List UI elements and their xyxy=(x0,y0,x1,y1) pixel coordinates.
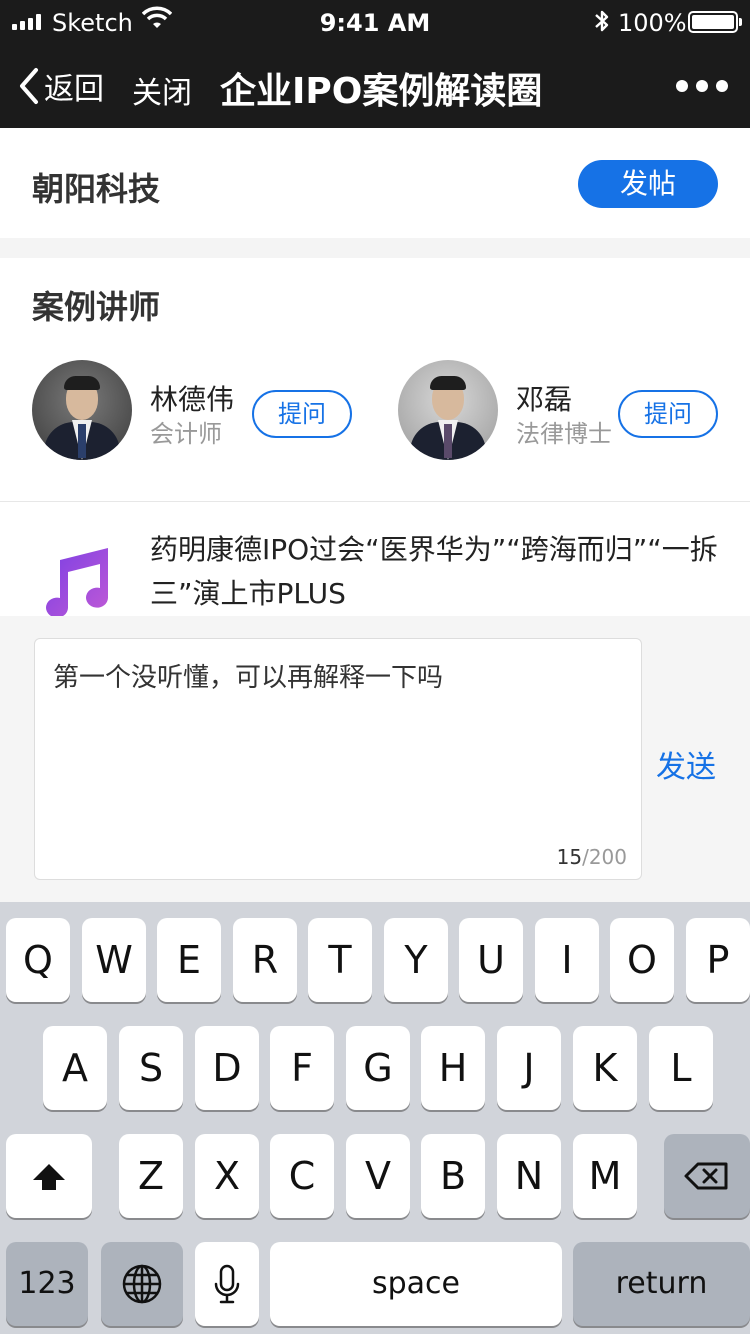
shift-key[interactable] xyxy=(6,1134,92,1218)
reply-text: 第一个没听懂，可以再解释一下吗 xyxy=(53,663,444,693)
return-key[interactable]: return xyxy=(573,1242,750,1326)
post-button[interactable]: 发帖 xyxy=(578,160,718,208)
backspace-key[interactable] xyxy=(664,1134,750,1218)
shift-icon xyxy=(33,1164,65,1190)
company-header: 朝阳科技 发帖 xyxy=(0,128,750,238)
globe-icon xyxy=(122,1264,162,1304)
article-title: 药明康德IPO过会“医界华为”“跨海而归”“一拆三”演上市PLUS xyxy=(150,533,718,610)
key-j[interactable]: J xyxy=(497,1026,561,1110)
numbers-key[interactable]: 123 xyxy=(6,1242,88,1326)
globe-key[interactable] xyxy=(101,1242,183,1326)
ask-question-button[interactable]: 提问 xyxy=(618,390,718,438)
key-x[interactable]: X xyxy=(195,1134,259,1218)
chevron-left-icon xyxy=(20,68,38,104)
key-t[interactable]: T xyxy=(308,918,372,1002)
company-name: 朝阳科技 xyxy=(32,170,161,208)
lecturer-card: 邓磊 法律博士 提问 xyxy=(398,360,738,460)
key-f[interactable]: F xyxy=(270,1026,334,1110)
key-k[interactable]: K xyxy=(573,1026,637,1110)
section-heading: 案例讲师 xyxy=(32,288,161,326)
avatar[interactable] xyxy=(398,360,498,460)
key-z[interactable]: Z xyxy=(119,1134,183,1218)
lecturers-section: 案例讲师 林德伟 会计师 提问 邓磊 法律博士 提问 xyxy=(0,258,750,502)
reply-input[interactable]: 第一个没听懂，可以再解释一下吗 15/200 xyxy=(34,638,642,880)
ask-question-button[interactable]: 提问 xyxy=(252,390,352,438)
key-d[interactable]: D xyxy=(195,1026,259,1110)
char-counter: 15/200 xyxy=(557,845,627,869)
key-v[interactable]: V xyxy=(346,1134,410,1218)
page-title: 企业IPO案例解读圈 xyxy=(220,71,543,112)
lecturer-role: 会计师 xyxy=(150,420,222,448)
more-dots-icon[interactable] xyxy=(676,80,728,92)
key-e[interactable]: E xyxy=(157,918,221,1002)
key-y[interactable]: Y xyxy=(384,918,448,1002)
key-b[interactable]: B xyxy=(421,1134,485,1218)
status-bar: Sketch 9:41 AM 100% xyxy=(0,0,750,44)
key-q[interactable]: Q xyxy=(6,918,70,1002)
key-c[interactable]: C xyxy=(270,1134,334,1218)
avatar[interactable] xyxy=(32,360,132,460)
key-l[interactable]: L xyxy=(649,1026,713,1110)
send-button[interactable]: 发送 xyxy=(656,742,716,786)
battery-icon xyxy=(688,11,742,33)
key-a[interactable]: A xyxy=(43,1026,107,1110)
close-button[interactable]: 关闭 xyxy=(132,68,192,112)
key-h[interactable]: H xyxy=(421,1026,485,1110)
lecturer-card: 林德伟 会计师 提问 xyxy=(32,360,372,460)
back-button[interactable]: 返回 xyxy=(18,64,104,108)
article-item[interactable]: 药明康德IPO过会“医界华为”“跨海而归”“一拆三”演上市PLUS xyxy=(0,502,750,616)
key-n[interactable]: N xyxy=(497,1134,561,1218)
reply-panel: 第一个没听懂，可以再解释一下吗 15/200 发送 xyxy=(0,616,750,902)
key-m[interactable]: M xyxy=(573,1134,637,1218)
dictation-key[interactable] xyxy=(195,1242,259,1326)
key-g[interactable]: G xyxy=(346,1026,410,1110)
key-s[interactable]: S xyxy=(119,1026,183,1110)
key-i[interactable]: I xyxy=(535,918,599,1002)
microphone-icon xyxy=(214,1264,240,1304)
battery-percent: 100% xyxy=(618,9,687,37)
backspace-icon xyxy=(684,1162,728,1190)
music-note-icon xyxy=(38,546,114,616)
lecturer-name: 邓磊 xyxy=(516,383,573,416)
key-p[interactable]: P xyxy=(686,918,750,1002)
char-count-max: /200 xyxy=(582,845,627,869)
key-u[interactable]: U xyxy=(459,918,523,1002)
space-key[interactable]: space xyxy=(270,1242,562,1326)
keyboard: Q W E R T Y U I O P A S D F G H J K L Z … xyxy=(0,902,750,1334)
key-w[interactable]: W xyxy=(82,918,146,1002)
back-label: 返回 xyxy=(44,72,104,107)
nav-bar: 返回 关闭 企业IPO案例解读圈 xyxy=(0,44,750,128)
char-count-current: 15 xyxy=(556,845,583,869)
bluetooth-icon xyxy=(594,7,610,41)
lecturer-role: 法律博士 xyxy=(516,420,612,448)
lecturer-name: 林德伟 xyxy=(150,383,235,416)
key-r[interactable]: R xyxy=(233,918,297,1002)
key-o[interactable]: O xyxy=(610,918,674,1002)
